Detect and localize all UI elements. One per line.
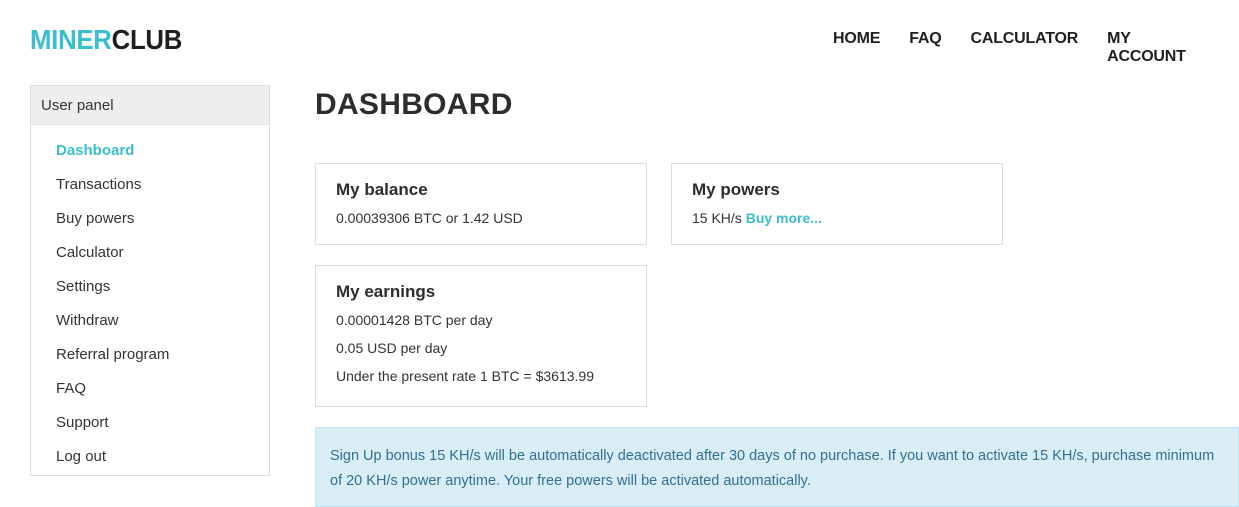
- page-title: DASHBOARD: [315, 88, 513, 121]
- balance-card: My balance 0.00039306 BTC or 1.42 USD: [315, 163, 647, 245]
- sidebar-item-log-out[interactable]: Log out: [56, 449, 269, 483]
- sidebar-item-referral-program[interactable]: Referral program: [56, 347, 269, 381]
- top-nav: HOME FAQ CALCULATOR MY ACCOUNT: [833, 30, 1239, 66]
- nav-my-account[interactable]: MY ACCOUNT: [1107, 30, 1210, 66]
- sidebar-item-transactions[interactable]: Transactions: [56, 177, 269, 211]
- sidebar-item-settings[interactable]: Settings: [56, 279, 269, 313]
- earnings-card: My earnings 0.00001428 BTC per day 0.05 …: [315, 265, 647, 407]
- balance-value: 0.00039306 BTC or 1.42 USD: [336, 210, 523, 226]
- nav-calculator[interactable]: CALCULATOR: [971, 30, 1079, 66]
- powers-row: 15 KH/s Buy more...: [692, 210, 982, 226]
- sidebar-item-withdraw[interactable]: Withdraw: [56, 313, 269, 347]
- signup-bonus-notice: Sign Up bonus 15 KH/s will be automatica…: [315, 427, 1239, 507]
- logo-part-miner: MINER: [30, 24, 112, 55]
- powers-value: 15 KH/s: [692, 210, 742, 226]
- sidebar-item-buy-powers[interactable]: Buy powers: [56, 211, 269, 245]
- user-panel-sidebar: User panel Dashboard Transactions Buy po…: [30, 85, 270, 476]
- powers-card: My powers 15 KH/s Buy more...: [671, 163, 1003, 245]
- earnings-usd: 0.05 USD per day: [336, 340, 448, 356]
- powers-title: My powers: [692, 180, 780, 199]
- buy-more-link[interactable]: Buy more...: [746, 210, 822, 226]
- sidebar-item-support[interactable]: Support: [56, 415, 269, 449]
- sidebar-item-calculator[interactable]: Calculator: [56, 245, 269, 279]
- logo[interactable]: MINERCLUB: [30, 24, 182, 56]
- earnings-rate: Under the present rate 1 BTC = $3613.99: [336, 368, 594, 384]
- sidebar-item-faq[interactable]: FAQ: [56, 381, 269, 415]
- nav-home[interactable]: HOME: [833, 30, 880, 66]
- earnings-btc: 0.00001428 BTC per day: [336, 312, 493, 328]
- sidebar-menu: Dashboard Transactions Buy powers Calcul…: [31, 125, 269, 483]
- nav-faq[interactable]: FAQ: [909, 30, 941, 66]
- sidebar-header: User panel: [31, 86, 269, 125]
- balance-title: My balance: [336, 180, 428, 199]
- earnings-title: My earnings: [336, 282, 436, 301]
- logo-part-club: CLUB: [111, 24, 183, 55]
- sidebar-item-dashboard[interactable]: Dashboard: [56, 143, 269, 177]
